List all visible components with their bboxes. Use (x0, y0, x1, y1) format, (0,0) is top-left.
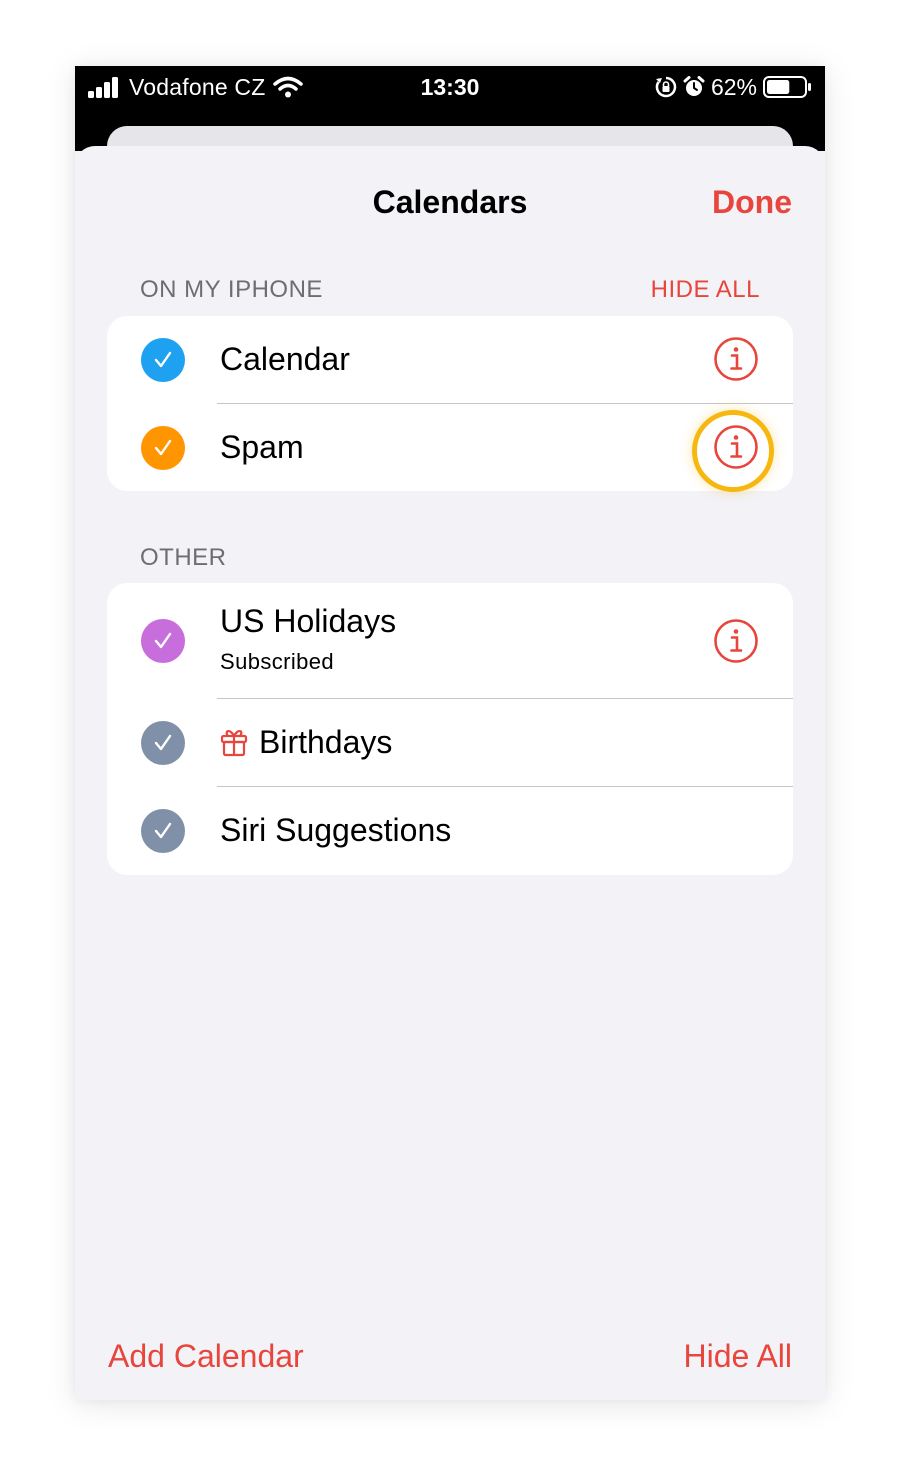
calendar-row-us-holidays[interactable]: US Holidays Subscribed (107, 583, 793, 698)
calendar-name: Spam (220, 429, 304, 465)
calendar-group-on-my-iphone: Calendar Spam (107, 316, 793, 492)
checkmark-icon[interactable] (141, 426, 185, 470)
calendar-row-spam[interactable]: Spam (107, 404, 793, 491)
section-header-other: OTHER (140, 544, 227, 571)
add-calendar-button[interactable]: Add Calendar (108, 1336, 304, 1376)
battery-icon (763, 76, 811, 98)
calendar-row-birthdays[interactable]: Birthdays (107, 699, 793, 787)
alarm-icon (683, 76, 705, 96)
battery-percentage: 62% (710, 73, 757, 100)
info-icon[interactable] (713, 618, 759, 664)
status-bar: Vodafone CZ 13:30 62% (75, 66, 825, 186)
calendar-name: Calendar (220, 341, 350, 377)
hide-all-button[interactable]: Hide All (684, 1336, 793, 1376)
calendar-name: Siri Suggestions (220, 812, 452, 848)
hide-all-section-button[interactable]: HIDE ALL (651, 274, 760, 306)
checkmark-icon[interactable] (141, 619, 185, 663)
calendar-row-siri-suggestions[interactable]: Siri Suggestions (107, 787, 793, 875)
section-header-on-my-iphone: ON MY IPHONE (140, 276, 323, 303)
calendar-row-calendar[interactable]: Calendar (107, 316, 793, 403)
checkmark-icon[interactable] (141, 809, 185, 853)
done-button[interactable]: Done (712, 180, 792, 224)
info-icon[interactable] (713, 336, 759, 382)
rotation-lock-icon (655, 76, 677, 98)
status-right: 62% (655, 72, 813, 102)
checkmark-icon[interactable] (141, 338, 185, 382)
highlight-ring (692, 410, 774, 492)
gift-icon (220, 730, 248, 757)
checkmark-icon[interactable] (141, 721, 185, 765)
calendar-subtitle: Subscribed (220, 649, 335, 674)
phone-screen: Vodafone CZ 13:30 62% Calendars Done ON … (75, 66, 825, 1400)
calendar-name: US Holidays (220, 603, 397, 639)
calendar-group-other: US Holidays Subscribed Birthdays Siri Su… (107, 583, 793, 875)
calendar-name: Birthdays (259, 724, 393, 760)
